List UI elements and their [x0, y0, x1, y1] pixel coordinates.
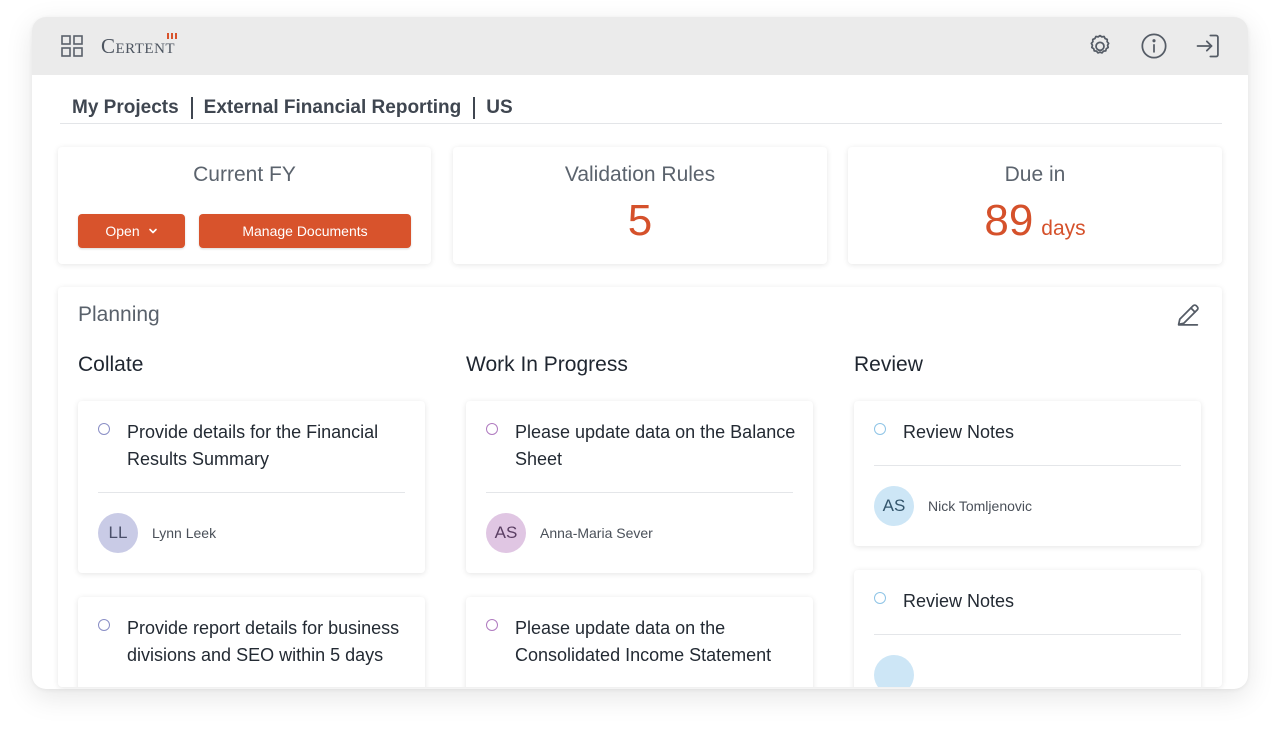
task-title: Please update data on the Balance Sheet [515, 422, 796, 469]
assignee-name: Nick Tomljenovic [928, 498, 1032, 514]
task-title: Please update data on the Consolidated I… [515, 618, 772, 665]
breadcrumb-separator [190, 97, 193, 119]
grid-icon[interactable] [60, 34, 84, 58]
breadcrumb-us[interactable]: US [486, 97, 512, 119]
task-title: Provide report details for business divi… [127, 618, 400, 665]
avatar: AS [486, 513, 526, 553]
column-title-work-in-progress: Work In Progress [466, 353, 628, 376]
chevron-down-icon [148, 228, 157, 234]
info-icon[interactable] [1140, 32, 1168, 60]
column-title-collate: Collate [78, 353, 144, 376]
assignee-name: Lynn Leek [152, 525, 217, 541]
due-in-card: Due in 89 days [848, 147, 1222, 264]
task-status-radio[interactable] [486, 423, 498, 435]
task-title: Review Notes [903, 591, 1015, 611]
due-in-unit: days [1041, 217, 1086, 240]
current-fy-title: Current FY [193, 163, 296, 186]
planning-title: Planning [78, 303, 160, 326]
breadcrumb-external-financial-reporting[interactable]: External Financial Reporting [204, 97, 462, 119]
task-card[interactable]: Provide report details for business divi… [78, 597, 425, 687]
due-in-value: 89 days [848, 197, 1222, 253]
certent-logo: Certent [101, 31, 178, 61]
due-in-title: Due in [1004, 163, 1066, 186]
logo-accent-icon [167, 33, 178, 39]
task-divider [874, 634, 1181, 635]
breadcrumb-my-projects[interactable]: My Projects [72, 97, 179, 119]
task-card[interactable]: Please update data on the Consolidated I… [466, 597, 813, 687]
task-divider [486, 492, 793, 493]
assignee-name: Anna-Maria Sever [540, 525, 653, 541]
task-card[interactable]: Provide details for the Financial Result… [78, 401, 425, 573]
task-title: Review Notes [903, 422, 1015, 442]
task-status-radio[interactable] [98, 423, 110, 435]
current-fy-card: Current FY Open Manage Documents [58, 147, 431, 264]
avatar: LL [98, 513, 138, 553]
task-status-radio[interactable] [874, 423, 886, 435]
task-title: Provide details for the Financial Result… [127, 422, 379, 469]
task-status-radio[interactable] [98, 619, 110, 631]
manage-documents-button[interactable]: Manage Documents [199, 214, 411, 248]
top-bar: Certent [32, 17, 1248, 75]
gear-icon[interactable] [1086, 32, 1114, 60]
manage-documents-label: Manage Documents [242, 223, 368, 239]
breadcrumb-separator [473, 97, 476, 119]
task-status-radio[interactable] [486, 619, 498, 631]
avatar [874, 655, 914, 687]
due-in-number: 89 [984, 196, 1034, 245]
task-card[interactable]: Review Notes AS Nick Tomljenovic [854, 401, 1201, 546]
validation-rules-card: Validation Rules 5 [453, 147, 827, 264]
task-status-radio[interactable] [874, 592, 886, 604]
task-divider [874, 465, 1181, 466]
task-divider [98, 492, 405, 493]
logout-icon[interactable] [1194, 32, 1222, 60]
column-title-review: Review [854, 353, 923, 376]
status-dropdown-label: Open [105, 223, 140, 239]
breadcrumb-divider [60, 123, 1222, 124]
planning-board: Planning Collate Work In Progress Review… [58, 287, 1222, 687]
logo-text: Certent [101, 33, 176, 58]
status-dropdown-button[interactable]: Open [78, 214, 185, 248]
task-card[interactable]: Review Notes [854, 570, 1201, 687]
avatar: AS [874, 486, 914, 526]
validation-rules-count: 5 [627, 196, 653, 245]
validation-rules-title: Validation Rules [564, 163, 716, 186]
task-card[interactable]: Please update data on the Balance Sheet … [466, 401, 813, 573]
app-window: Certent My Projects External Financial R… [32, 17, 1248, 689]
breadcrumb: My Projects External Financial Reporting… [72, 95, 513, 121]
pencil-icon[interactable] [1174, 301, 1202, 329]
